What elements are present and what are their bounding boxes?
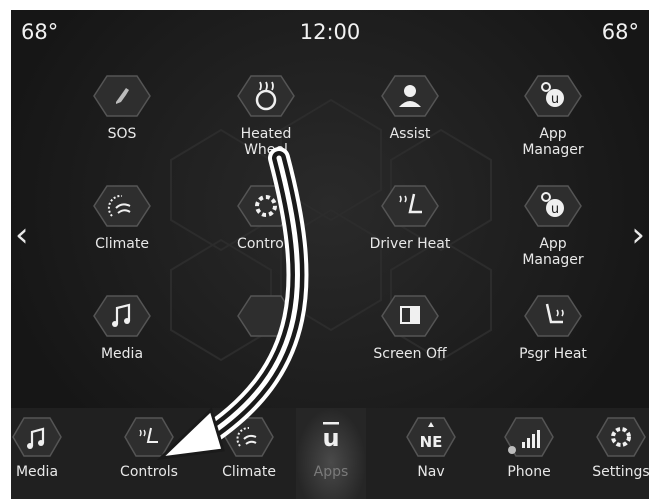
home-screen: 68° 12:00 68° ‹ › SOS Heated Wheel Assis… [11,10,649,499]
drag-instruction-arrow [156,147,309,461]
